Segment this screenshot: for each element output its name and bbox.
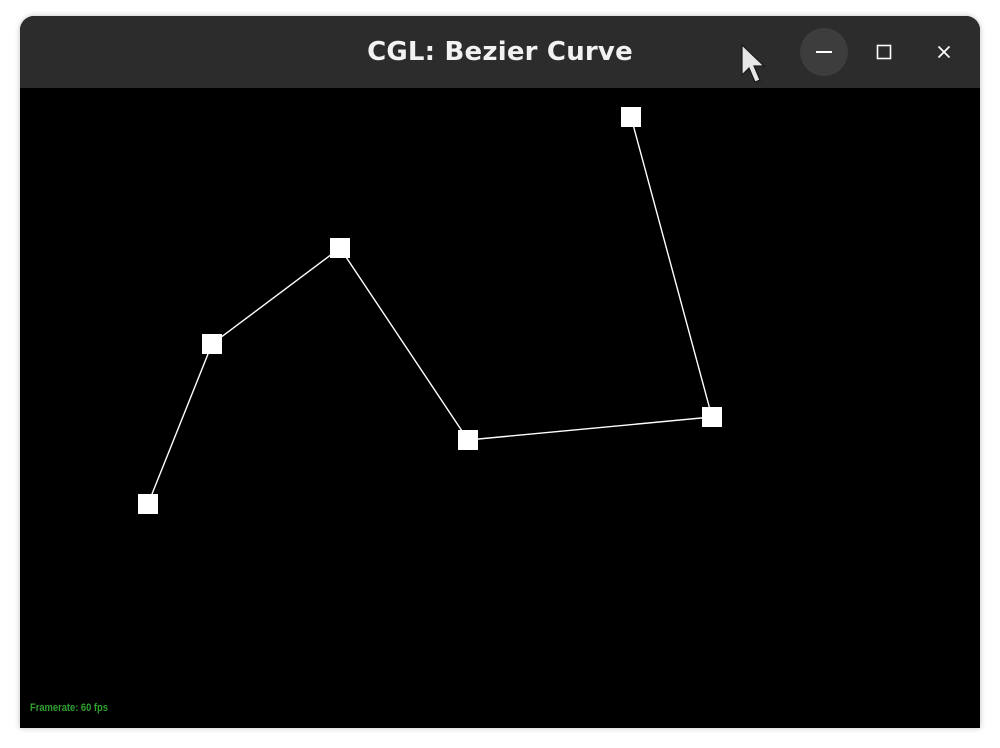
control-point-1[interactable]: [138, 494, 158, 514]
bezier-scene: [138, 107, 722, 514]
app-window: CGL: Bezier Curve Framerate: 60 fps: [20, 16, 980, 728]
control-point-4[interactable]: [458, 430, 478, 450]
framerate-label: Framerate: 60 fps: [30, 702, 108, 714]
close-button[interactable]: [920, 28, 968, 76]
minimize-button[interactable]: [800, 28, 848, 76]
control-polygon: [147, 116, 713, 505]
control-point-5[interactable]: [702, 407, 722, 427]
mouse-cursor-icon: [741, 43, 767, 85]
title-bar[interactable]: CGL: Bezier Curve: [20, 16, 980, 88]
control-point-3[interactable]: [330, 238, 350, 258]
control-point-6[interactable]: [621, 107, 641, 127]
minimize-icon: [816, 51, 832, 53]
maximize-icon: [876, 44, 892, 60]
control-point-2[interactable]: [202, 334, 222, 354]
close-icon: [937, 45, 951, 59]
maximize-button[interactable]: [860, 28, 908, 76]
render-canvas[interactable]: Framerate: 60 fps: [20, 88, 980, 728]
